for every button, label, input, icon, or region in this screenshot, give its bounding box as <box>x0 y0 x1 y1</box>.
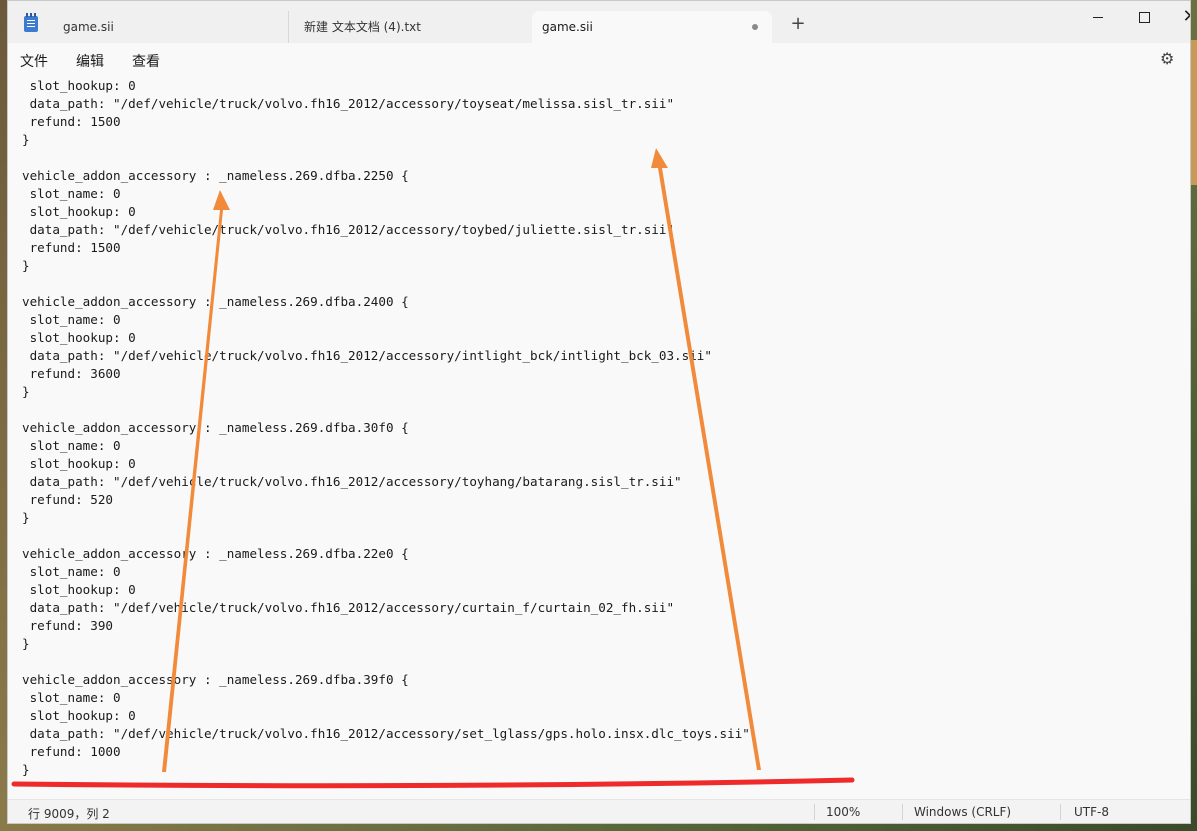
maximize-button[interactable] <box>1121 1 1167 33</box>
menu-view[interactable]: 查看 <box>132 51 160 71</box>
code-line: data_path: "/def/vehicle/truck/volvo.fh1… <box>22 474 682 489</box>
code-line: slot_hookup: 0 <box>22 582 136 597</box>
editor-content[interactable]: slot_hookup: 0 data_path: "/def/vehicle/… <box>22 77 750 779</box>
menu-edit[interactable]: 编辑 <box>76 51 104 71</box>
status-divider <box>902 804 903 820</box>
code-line: refund: 1500 <box>22 240 121 255</box>
tab-label: game.sii <box>63 20 114 34</box>
code-line: data_path: "/def/vehicle/truck/volvo.fh1… <box>22 600 675 615</box>
tab-game-sii-1[interactable]: game.sii <box>48 11 288 43</box>
new-tab-button[interactable]: + <box>788 15 808 35</box>
code-line: refund: 3600 <box>22 366 121 381</box>
tab-new-text-document[interactable]: 新建 文本文档 (4).txt <box>288 11 532 43</box>
code-line: } <box>22 384 30 399</box>
code-line: } <box>22 258 30 273</box>
code-line: data_path: "/def/vehicle/truck/volvo.fh1… <box>22 348 712 363</box>
desktop-background-strip <box>1190 40 1197 185</box>
code-line: refund: 1500 <box>22 114 121 129</box>
code-line: slot_name: 0 <box>22 690 121 705</box>
encoding[interactable]: UTF-8 <box>1074 805 1109 819</box>
code-line: } <box>22 636 30 651</box>
code-line: slot_hookup: 0 <box>22 708 136 723</box>
code-line: refund: 390 <box>22 618 113 633</box>
notepad-window: game.sii 新建 文本文档 (4).txt game.sii + ✕ 文件… <box>7 0 1191 824</box>
close-button[interactable]: ✕ <box>1167 1 1190 33</box>
tab-game-sii-active[interactable]: game.sii <box>532 11 772 43</box>
code-line: slot_name: 0 <box>22 312 121 327</box>
code-line: data_path: "/def/vehicle/truck/volvo.fh1… <box>22 726 750 741</box>
line-ending[interactable]: Windows (CRLF) <box>914 805 1011 819</box>
cursor-position: 行 9009，列 2 <box>28 807 110 821</box>
gear-icon[interactable]: ⚙ <box>1160 51 1176 67</box>
zoom-level[interactable]: 100% <box>826 805 860 819</box>
code-line: vehicle_addon_accessory : _nameless.269.… <box>22 168 409 183</box>
code-line: data_path: "/def/vehicle/truck/volvo.fh1… <box>22 96 675 111</box>
menu-bar: 文件 编辑 查看 <box>8 43 1190 75</box>
code-line: slot_hookup: 0 <box>22 330 136 345</box>
code-line: slot_hookup: 0 <box>22 78 136 93</box>
code-line: refund: 1000 <box>22 744 121 759</box>
menu-file[interactable]: 文件 <box>20 51 48 71</box>
code-line: slot_hookup: 0 <box>22 204 136 219</box>
status-divider <box>1060 804 1061 820</box>
code-line: slot_hookup: 0 <box>22 456 136 471</box>
code-line: } <box>22 510 30 525</box>
status-bar: 行 9009，列 2 100% Windows (CRLF) UTF-8 <box>8 799 1190 823</box>
unsaved-dot-icon[interactable] <box>752 24 758 30</box>
code-line: vehicle_addon_accessory : _nameless.269.… <box>22 546 409 561</box>
close-icon: ✕ <box>1182 6 1190 27</box>
code-line: refund: 520 <box>22 492 113 507</box>
minimize-button[interactable] <box>1075 1 1121 33</box>
notepad-app-icon <box>24 13 38 32</box>
code-line: data_path: "/def/vehicle/truck/volvo.fh1… <box>22 222 675 237</box>
maximize-icon <box>1138 11 1150 23</box>
code-line: } <box>22 132 30 147</box>
minimize-icon <box>1093 16 1103 18</box>
text-editor[interactable]: slot_hookup: 0 data_path: "/def/vehicle/… <box>8 75 1190 793</box>
code-line: slot_name: 0 <box>22 564 121 579</box>
code-line: vehicle_addon_accessory : _nameless.269.… <box>22 672 409 687</box>
code-line: vehicle_addon_accessory : _nameless.269.… <box>22 420 409 435</box>
status-divider <box>814 804 815 820</box>
tab-label: 新建 文本文档 (4).txt <box>304 20 421 34</box>
title-bar: game.sii 新建 文本文档 (4).txt game.sii + ✕ <box>8 1 1190 43</box>
code-line: } <box>22 762 30 777</box>
code-line: vehicle_addon_accessory : _nameless.269.… <box>22 294 409 309</box>
tab-label: game.sii <box>542 20 593 34</box>
code-line: slot_name: 0 <box>22 186 121 201</box>
code-line: slot_name: 0 <box>22 438 121 453</box>
